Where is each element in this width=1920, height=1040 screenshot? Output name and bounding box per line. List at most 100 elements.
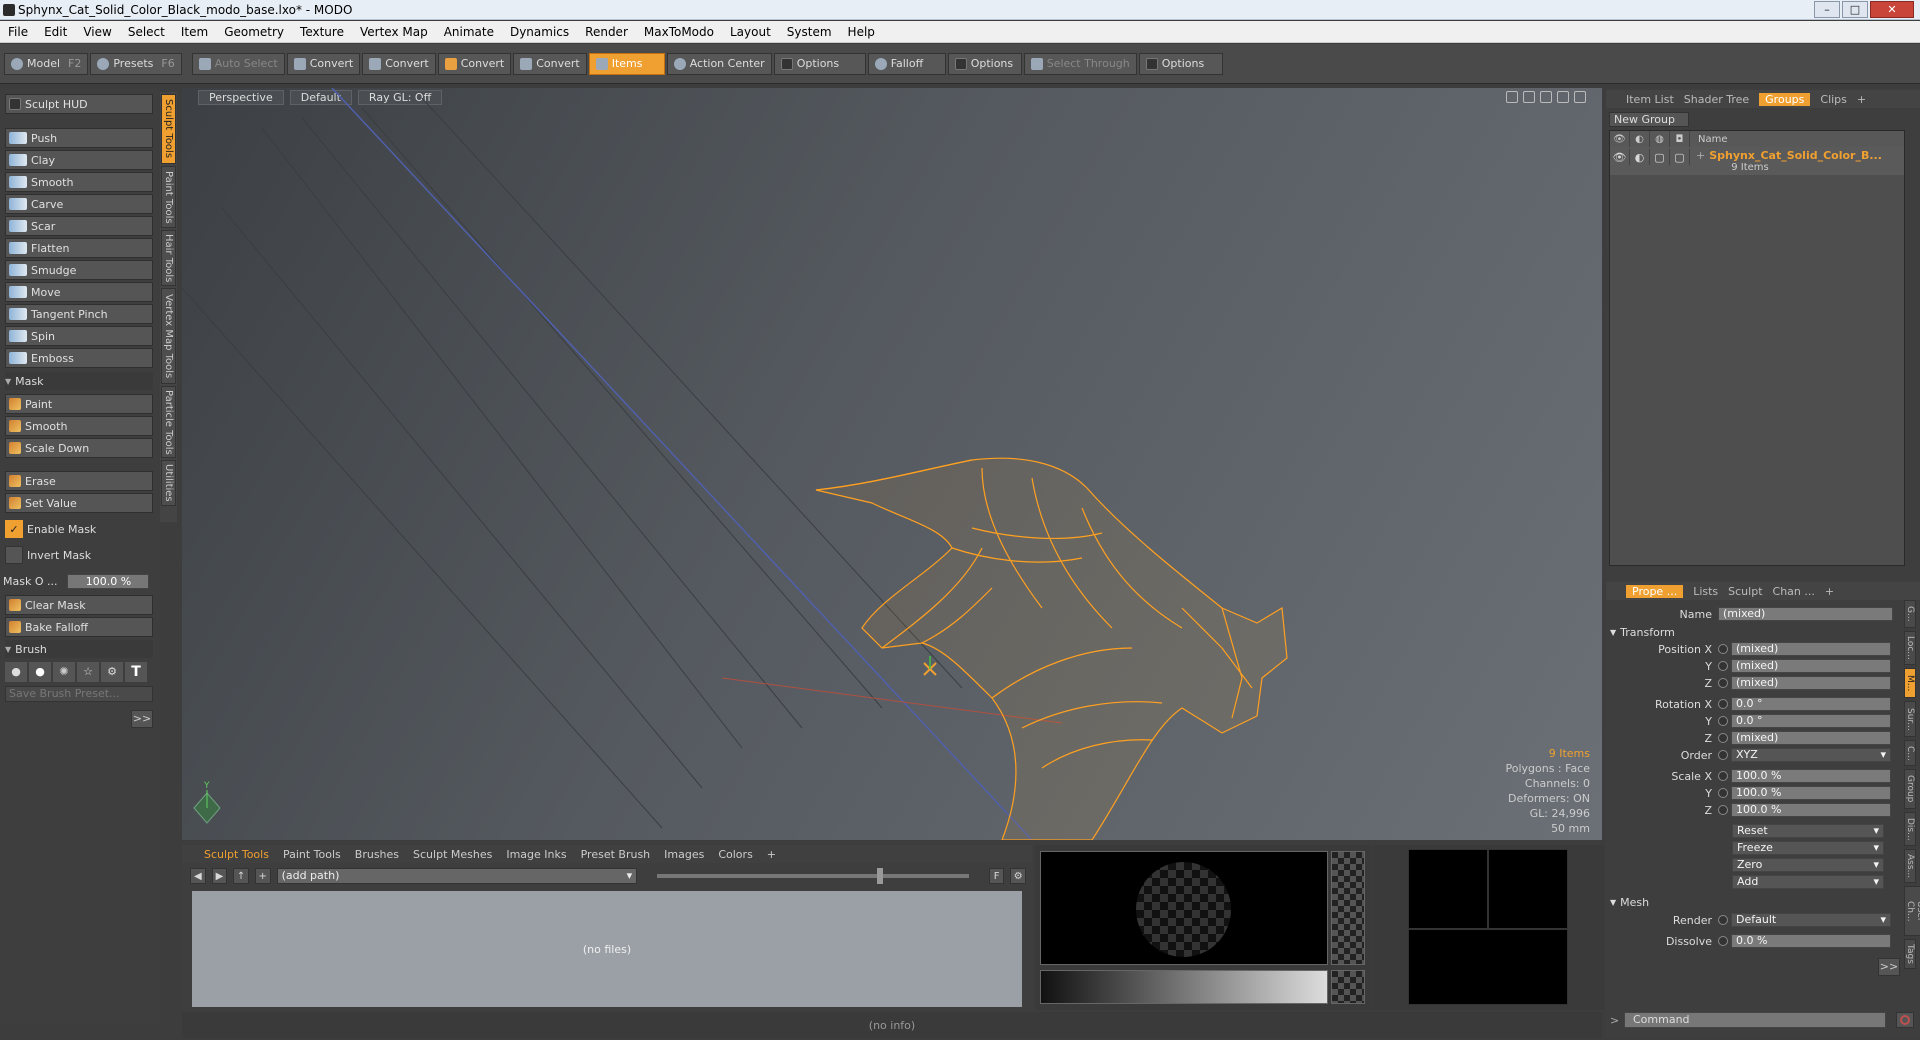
tab-properties[interactable]: Prope ... — [1626, 584, 1684, 598]
close-button[interactable]: ✕ — [1870, 1, 1914, 18]
eye-icon[interactable]: 👁 — [1610, 149, 1630, 165]
convert-edges-button[interactable]: Convert — [362, 52, 436, 75]
rotation-z-field[interactable]: (mixed) — [1731, 731, 1891, 745]
menu-select[interactable]: Select — [120, 25, 173, 39]
side-tab-ass[interactable]: Ass... — [1904, 849, 1916, 883]
mini-view-top-left[interactable] — [1408, 849, 1488, 929]
keyframe-dot-icon[interactable] — [1718, 915, 1728, 925]
menu-maxtomodo[interactable]: MaxToModo — [636, 25, 722, 39]
scale-z-field[interactable]: 100.0 % — [1731, 803, 1891, 817]
menu-render[interactable]: Render — [577, 25, 636, 39]
keyframe-dot-icon[interactable] — [1718, 805, 1728, 815]
add-tab-icon[interactable]: + — [767, 848, 776, 861]
soft-brush-icon[interactable]: ● — [5, 662, 27, 682]
mini-view-top-right[interactable] — [1488, 849, 1568, 929]
menu-item[interactable]: Item — [173, 25, 216, 39]
action-center-button[interactable]: Action Center — [666, 52, 772, 75]
menu-dynamics[interactable]: Dynamics — [502, 25, 577, 39]
presets-button[interactable]: Presets F6 — [90, 52, 182, 75]
menu-file[interactable]: File — [0, 25, 36, 39]
mask-section-header[interactable]: ▼ Mask — [5, 372, 153, 390]
menu-geometry[interactable]: Geometry — [216, 25, 292, 39]
freeze-dropdown[interactable]: Freeze ▾ — [1732, 841, 1884, 855]
maximize-button[interactable]: □ — [1842, 1, 1868, 18]
rotation-order-dropdown[interactable]: XYZ ▾ — [1731, 748, 1891, 762]
menu-vertex-map[interactable]: Vertex Map — [352, 25, 436, 39]
mask-erase-button[interactable]: Erase — [5, 471, 153, 491]
tab-shader-tree[interactable]: Shader Tree — [1684, 93, 1749, 106]
model-button[interactable]: Model F2 — [4, 52, 89, 75]
side-tab-tags[interactable]: Tags — [1904, 939, 1916, 969]
convert-polygons-button[interactable]: Convert — [437, 52, 512, 75]
tab-images[interactable]: Images — [664, 848, 704, 861]
new-group-button[interactable]: New Group — [1609, 112, 1689, 127]
pivot-gizmo[interactable] — [923, 656, 937, 676]
render-toggle-icon[interactable]: ◐ — [1630, 149, 1650, 165]
zero-dropdown[interactable]: Zero ▾ — [1732, 858, 1884, 872]
star-brush-icon[interactable]: ☆ — [77, 662, 99, 682]
mask-paint-button[interactable]: Paint — [5, 394, 153, 414]
dissolve-field[interactable]: 0.0 % — [1731, 934, 1891, 948]
up-folder-icon[interactable]: ↑ — [233, 868, 249, 884]
sphynx-cat-wireframe[interactable] — [815, 457, 1288, 840]
mask-opacity-field[interactable]: 100.0 % — [67, 573, 150, 589]
keyframe-dot-icon[interactable] — [1718, 644, 1728, 654]
falloff-button[interactable]: Falloff — [867, 52, 946, 75]
select-through-button[interactable]: Select Through — [1023, 52, 1137, 75]
command-input[interactable]: Command — [1624, 1012, 1886, 1028]
tool-move[interactable]: Move — [5, 282, 153, 302]
add-tab-icon[interactable]: + — [1857, 93, 1866, 106]
tab-groups[interactable]: Groups — [1759, 92, 1811, 106]
tab-image-inks[interactable]: Image Inks — [506, 848, 566, 861]
tool-spin[interactable]: Spin — [5, 326, 153, 346]
tool-clay[interactable]: Clay — [5, 150, 153, 170]
rotation-x-field[interactable]: 0.0 ° — [1731, 697, 1891, 711]
transform-section-header[interactable]: ▼ Transform — [1610, 624, 1900, 640]
tool-smudge[interactable]: Smudge — [5, 260, 153, 280]
lock-toggle-icon[interactable]: ▢ — [1650, 149, 1670, 165]
side-tab-loc[interactable]: Loc... — [1904, 631, 1916, 665]
expand-more-button[interactable]: >> — [131, 710, 153, 728]
auto-select-button[interactable]: Auto Select — [191, 52, 285, 75]
expand-icon[interactable]: + — [1690, 149, 1705, 162]
tab-hair-tools[interactable]: Hair Tools — [161, 230, 176, 286]
mask-set-value-button[interactable]: Set Value — [5, 493, 153, 513]
tool-scar[interactable]: Scar — [5, 216, 153, 236]
sculpt-hud-button[interactable]: Sculpt HUD — [5, 94, 153, 114]
side-tab-c[interactable]: C... — [1904, 740, 1916, 766]
tab-sculpt-tools[interactable]: Sculpt Tools — [161, 94, 176, 164]
keyframe-dot-icon[interactable] — [1718, 733, 1728, 743]
tab-particle-tools[interactable]: Particle Tools — [161, 386, 176, 458]
save-brush-preset-button[interactable]: Save Brush Preset... — [5, 686, 153, 702]
tab-paint-tools[interactable]: Paint Tools — [161, 166, 176, 228]
tab-vertex-map-tools[interactable]: Vertex Map Tools — [161, 288, 176, 384]
position-z-field[interactable]: (mixed) — [1731, 676, 1891, 690]
tool-tangent-pinch[interactable]: Tangent Pinch — [5, 304, 153, 324]
bake-falloff-button[interactable]: Bake Falloff — [5, 617, 153, 637]
scale-x-field[interactable]: 100.0 % — [1731, 769, 1891, 783]
text-brush-icon[interactable]: T — [125, 662, 147, 682]
properties-more-button[interactable]: >> — [1878, 958, 1900, 976]
add-tab-icon[interactable]: + — [1825, 585, 1834, 598]
tab-paint-tools-presets[interactable]: Paint Tools — [283, 848, 341, 861]
keyframe-dot-icon[interactable] — [1718, 788, 1728, 798]
add-path-icon[interactable]: + — [254, 868, 271, 884]
forward-arrow-icon[interactable]: ▶ — [211, 868, 228, 884]
position-y-field[interactable]: (mixed) — [1731, 659, 1891, 673]
clear-mask-button[interactable]: Clear Mask — [5, 595, 153, 615]
rotation-y-field[interactable]: 0.0 ° — [1731, 714, 1891, 728]
procedural-brush-icon[interactable]: ⚙ — [101, 662, 123, 682]
mini-view-bottom[interactable] — [1408, 929, 1568, 1005]
filter-button[interactable]: F — [988, 868, 1005, 884]
side-tab-group[interactable]: Group — [1904, 769, 1916, 809]
convert-materials-button[interactable]: Convert — [513, 52, 587, 75]
render-dropdown[interactable]: Default ▾ — [1731, 913, 1891, 927]
group-row[interactable]: 👁 ◐ ▢ ▢ + Sphynx_Cat_Solid_Color_B... 9 … — [1610, 147, 1904, 175]
scale-y-field[interactable]: 100.0 % — [1731, 786, 1891, 800]
menu-system[interactable]: System — [779, 25, 840, 39]
tab-item-list[interactable]: Item List — [1626, 93, 1674, 106]
name-field[interactable]: (mixed) — [1718, 607, 1893, 621]
tool-flatten[interactable]: Flatten — [5, 238, 153, 258]
enable-mask-checkbox[interactable]: ✓ Enable Mask — [5, 520, 153, 538]
browser-settings-icon[interactable]: ⚙ — [1010, 868, 1027, 884]
